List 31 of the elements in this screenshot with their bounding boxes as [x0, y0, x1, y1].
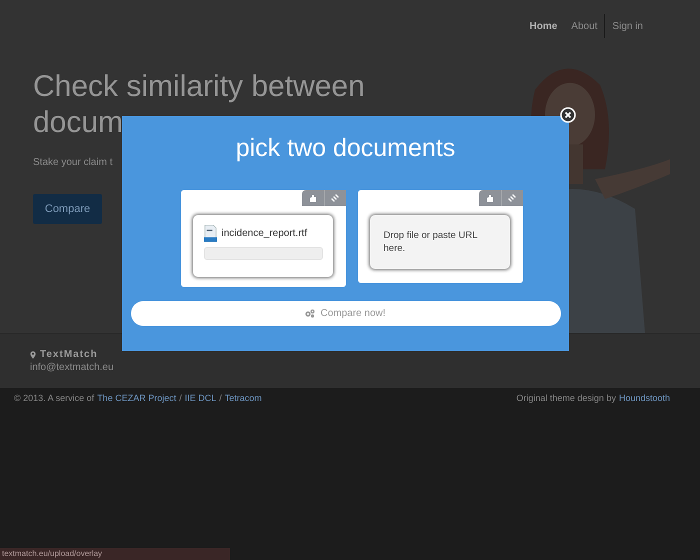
footer-text: © 2013. A service of: [14, 393, 94, 403]
footer-link[interactable]: Tetracom: [224, 393, 262, 403]
footer-link[interactable]: The CEZAR Project: [97, 393, 176, 403]
link-button[interactable]: [324, 190, 346, 206]
hero-heading: docum: [33, 105, 124, 141]
paste-button[interactable]: [478, 190, 500, 206]
drop-zone[interactable]: Drop file or paste URL here.: [370, 215, 510, 269]
file-name: incidence_report.rtf: [222, 228, 308, 239]
footer-link[interactable]: IIE DCL: [184, 393, 216, 403]
modal-title: pick two documents: [236, 134, 456, 163]
hero-heading: Check similarity between: [33, 69, 365, 105]
map-pin-icon: [30, 350, 36, 358]
status-bar: textmatch.eu/upload/overlay: [0, 548, 230, 560]
nav-link[interactable]: About: [564, 20, 604, 32]
paste-button[interactable]: [302, 190, 324, 206]
footer-text: /: [179, 393, 182, 403]
link-button[interactable]: [500, 190, 522, 206]
compare-button[interactable]: Compare: [33, 194, 102, 224]
close-icon[interactable]: [560, 107, 576, 123]
drop-prompt: Drop file or paste URL here.: [384, 229, 478, 255]
file-icon: [204, 225, 216, 242]
company-name: TextMatch: [40, 349, 98, 360]
nav-link[interactable]: Sign in: [605, 20, 650, 32]
tagline: Stake your claim t: [33, 157, 112, 168]
footer-link[interactable]: Houndstooth: [618, 393, 670, 403]
email-text: info@textmatch.eu: [30, 362, 114, 373]
footer-text: Original theme design by: [516, 393, 616, 403]
nav-link[interactable]: Home: [522, 20, 564, 32]
gears-icon: [305, 309, 316, 318]
footer-text: /: [219, 393, 222, 403]
compare-now-button[interactable]: Compare now!: [130, 301, 560, 326]
